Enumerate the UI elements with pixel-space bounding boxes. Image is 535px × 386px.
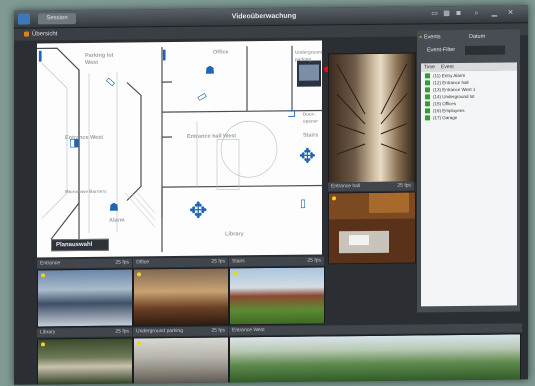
minimize-icon[interactable]: ▁	[490, 9, 499, 19]
map-label-library: Library	[225, 231, 244, 238]
ok-icon	[425, 115, 430, 121]
camera-view-garden[interactable]	[229, 266, 325, 326]
map-label-underground-parking: Underground parking	[295, 49, 322, 62]
date-field[interactable]: Datum	[469, 33, 485, 42]
status-dot	[41, 273, 45, 278]
sensor-icon[interactable]: ▍	[39, 51, 46, 62]
camera-view-arch[interactable]	[133, 336, 229, 385]
floor-plan-drawing	[37, 45, 322, 253]
reading-room-image	[329, 192, 415, 254]
camera-icon[interactable]: ◙	[454, 9, 463, 19]
camera-label-bar: Stairs 25 fps	[229, 256, 324, 267]
map-label-stairs: Stairs	[303, 132, 319, 139]
screen-icon[interactable]: ▭	[430, 9, 439, 19]
camera-icon[interactable]: ☗	[205, 65, 215, 77]
map-label-office: Office	[213, 49, 229, 56]
camera-label-bar: Underground parking 25 fps	[133, 326, 228, 337]
close-icon[interactable]: ✕	[506, 8, 515, 18]
app-window: Session Videoüberwachung ▭ ▦ ◙ ⌕ ▁ ✕ Übe…	[14, 5, 528, 385]
camera-view-porch[interactable]	[37, 337, 133, 385]
ok-icon	[425, 108, 430, 114]
camera-label-bar: Library 25 fps	[37, 327, 132, 338]
camera-view-park[interactable]	[229, 333, 521, 385]
camera-label-bar: Entrance hall 25 fps	[328, 181, 414, 192]
search-icon[interactable]: ⌕	[472, 9, 481, 19]
map-label-alarm: Alarm	[109, 217, 125, 224]
grid-icon[interactable]: ▦	[442, 9, 451, 19]
map-label-door-opener: Door-opener	[303, 111, 319, 124]
sensor-icon[interactable]: ▍	[163, 50, 170, 61]
sensor-icon[interactable]: ▯	[300, 198, 306, 210]
status-dot	[41, 342, 45, 347]
corridor-shelves-image	[336, 63, 408, 155]
status-dot	[233, 271, 237, 276]
ptz-camera-icon[interactable]: ✥	[189, 198, 207, 223]
ok-icon	[425, 73, 430, 79]
camera-icon[interactable]: ◨	[69, 137, 79, 149]
camera-view-corridor[interactable]	[328, 52, 416, 184]
ok-icon	[425, 94, 430, 100]
ok-icon	[425, 101, 430, 107]
door-opener-icon[interactable]: ⊐	[287, 108, 296, 120]
events-panel: ● Events Datum Event-Filter Time Event (…	[417, 29, 520, 313]
camera-view-reading-room[interactable]	[328, 191, 416, 265]
window-title: Videoüberwachung	[231, 12, 297, 21]
status-dot	[137, 341, 141, 346]
overview-text: Übersicht	[32, 31, 58, 38]
ok-icon	[425, 87, 430, 93]
events-list[interactable]: (11) Entry Alarm (12) Entrance hall (13)…	[421, 70, 517, 307]
event-row[interactable]: (17) Garage	[421, 113, 517, 121]
status-dot	[137, 272, 141, 277]
ptz-camera-icon[interactable]: ✥	[299, 146, 316, 168]
logo-button[interactable]	[18, 13, 30, 25]
plan-select-button[interactable]: Planauswahl	[51, 238, 109, 252]
event-filter-label: Event-Filter	[427, 47, 456, 54]
events-mode-select[interactable]: ● Events	[419, 33, 441, 42]
alarm-icon[interactable]: ☗	[109, 202, 119, 214]
overview-label: Übersicht	[24, 28, 57, 40]
map-label-microwave: Microwave Barriers	[65, 188, 107, 195]
camera-label-bar: Office 25 fps	[133, 257, 228, 268]
map-label-entrance-hall: Entrance hall West	[187, 133, 237, 140]
event-filter-input[interactable]	[465, 45, 505, 55]
camera-label-bar: Entrance 25 fps	[37, 258, 132, 269]
status-icon	[24, 31, 29, 37]
ok-icon	[425, 80, 430, 86]
map-label-parking-lot: Parking lot West	[85, 52, 114, 66]
floor-plan-map[interactable]: Parking lot West Office Underground park…	[37, 40, 322, 258]
camera-view-parking[interactable]	[37, 268, 133, 328]
session-button[interactable]: Session	[38, 13, 76, 25]
status-dot	[332, 196, 336, 201]
camera-view-house[interactable]	[133, 267, 229, 327]
